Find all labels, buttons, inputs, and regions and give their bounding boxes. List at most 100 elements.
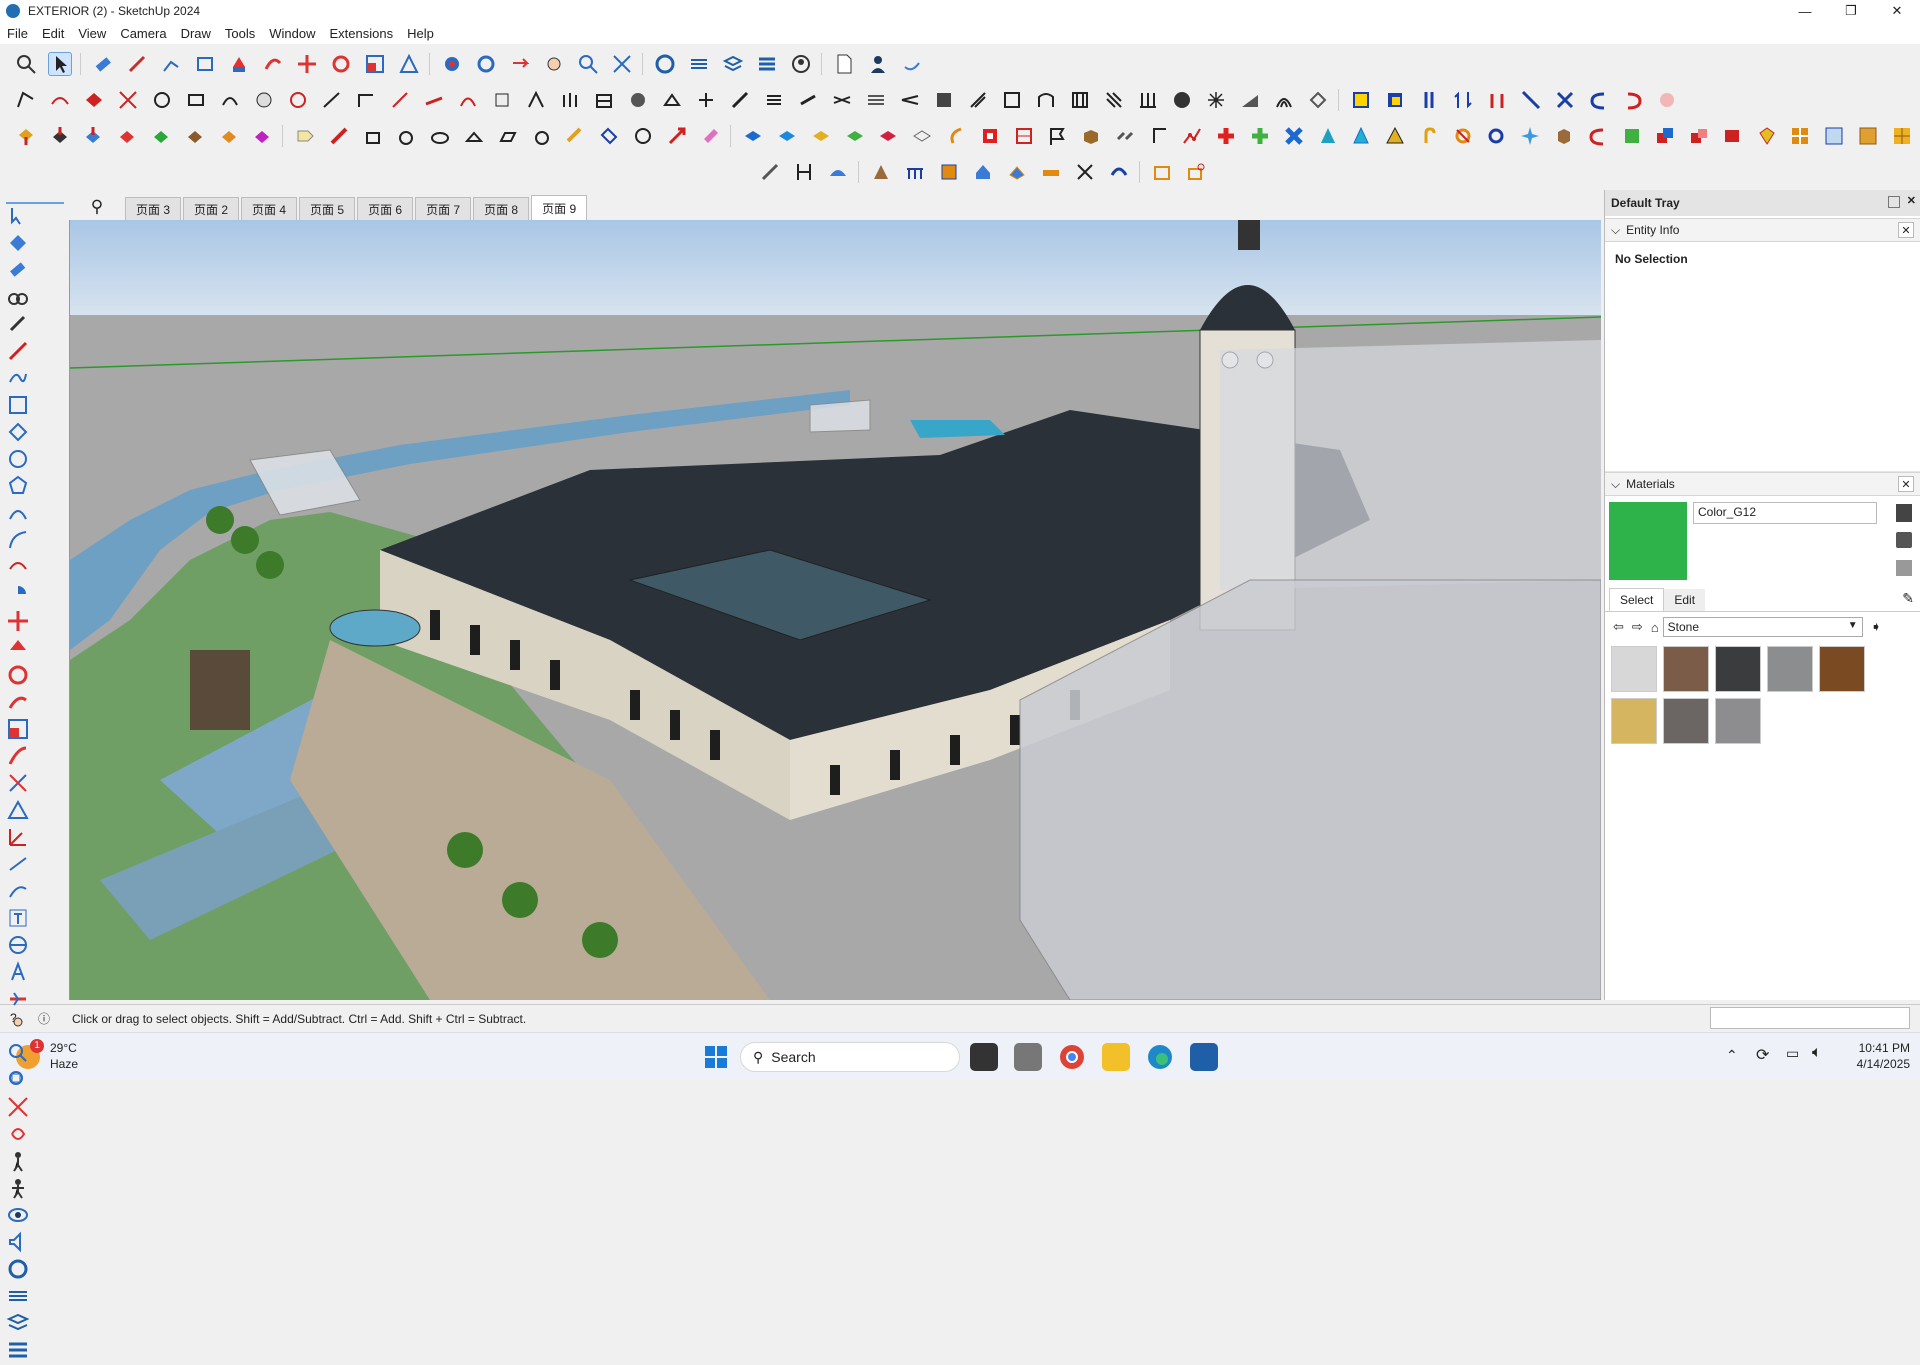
- sandbox-11-icon[interactable]: [1107, 160, 1131, 184]
- curve-icon[interactable]: [944, 124, 968, 148]
- extension-tool-39-icon[interactable]: [1306, 88, 1330, 112]
- two-point-arc-icon[interactable]: [6, 528, 64, 555]
- grid-icon[interactable]: [1822, 124, 1846, 148]
- follow-me-icon[interactable]: [6, 690, 64, 717]
- menu-edit[interactable]: Edit: [35, 26, 71, 41]
- zoom-extents-icon[interactable]: [610, 52, 634, 76]
- shape-2-icon[interactable]: [395, 124, 419, 148]
- push-blue-icon[interactable]: [82, 124, 106, 148]
- extension-tool-13-icon[interactable]: [422, 88, 446, 112]
- shape-11-icon[interactable]: [699, 124, 723, 148]
- protractor-icon[interactable]: [6, 798, 64, 825]
- menu-file[interactable]: File: [0, 26, 35, 41]
- cross-blue-icon[interactable]: [1282, 124, 1306, 148]
- hook-icon[interactable]: [1417, 124, 1441, 148]
- extension-tool-33-icon[interactable]: [1102, 88, 1126, 112]
- entity-info-close-icon[interactable]: ✕: [1898, 222, 1914, 238]
- user-icon[interactable]: [866, 52, 890, 76]
- library-select[interactable]: Stone ▼: [1662, 617, 1863, 637]
- move-tool-icon[interactable]: [295, 52, 319, 76]
- shape-8-icon[interactable]: [597, 124, 621, 148]
- rotate-tool-icon[interactable]: [329, 52, 353, 76]
- extension-tool-26-icon[interactable]: [864, 88, 888, 112]
- walk-icon[interactable]: [508, 52, 532, 76]
- tab-page-5[interactable]: 页面 5: [299, 197, 356, 220]
- select-tool-icon[interactable]: [48, 52, 72, 76]
- task-view-icon[interactable]: [970, 1043, 998, 1071]
- menu-tools[interactable]: Tools: [218, 26, 262, 41]
- extension-tool-22-icon[interactable]: [728, 88, 752, 112]
- scale-tool-icon[interactable]: [363, 52, 387, 76]
- tab-page-8[interactable]: 页面 8: [473, 197, 530, 220]
- shadows-icon[interactable]: [755, 52, 779, 76]
- dimension-icon[interactable]: [6, 852, 64, 879]
- section-display-icon[interactable]: [6, 1257, 64, 1284]
- extension-tool-23-icon[interactable]: [762, 88, 786, 112]
- create-material-icon[interactable]: [1896, 504, 1912, 522]
- taskbar-search[interactable]: ⚲ Search: [740, 1042, 960, 1072]
- extension-tool-35-icon[interactable]: [1170, 88, 1194, 112]
- star-icon[interactable]: [1518, 124, 1542, 148]
- extension-tool-20-icon[interactable]: [660, 88, 684, 112]
- position-camera-icon[interactable]: [6, 933, 64, 960]
- extension-tool-7-icon[interactable]: [218, 88, 242, 112]
- network-icon[interactable]: ▭: [1786, 1045, 1799, 1062]
- model-viewport[interactable]: [69, 220, 1602, 1001]
- swatch-stone-5[interactable]: [1819, 646, 1865, 692]
- surface-5-icon[interactable]: [877, 124, 901, 148]
- menu-window[interactable]: Window: [262, 26, 322, 41]
- component-icon[interactable]: [6, 285, 64, 312]
- surface-1-icon[interactable]: [741, 124, 765, 148]
- flag-icon[interactable]: [1045, 124, 1069, 148]
- extension-tool-3-icon[interactable]: [82, 88, 106, 112]
- box-red-icon[interactable]: [978, 124, 1002, 148]
- extension-tool-1-icon[interactable]: [14, 88, 38, 112]
- puzzle-mix-icon[interactable]: [1653, 124, 1677, 148]
- shape-7-icon[interactable]: [563, 124, 587, 148]
- sandbox-9-icon[interactable]: [1039, 160, 1063, 184]
- paint-icon[interactable]: [327, 124, 351, 148]
- eye-icon[interactable]: [6, 1203, 64, 1230]
- zoom-icon[interactable]: [6, 1041, 64, 1068]
- swatch-stone-8[interactable]: [1715, 698, 1761, 744]
- shape-6-icon[interactable]: [530, 124, 554, 148]
- sync-icon[interactable]: ⟳: [1756, 1045, 1769, 1065]
- extension-tool-11-icon[interactable]: [354, 88, 378, 112]
- tag-icon[interactable]: [293, 124, 317, 148]
- look-around-icon[interactable]: [542, 52, 566, 76]
- tab-page-2[interactable]: 页面 2: [183, 197, 240, 220]
- extension-tool-28-icon[interactable]: [932, 88, 956, 112]
- push-red-icon[interactable]: [115, 124, 139, 148]
- section-cut-icon[interactable]: [687, 52, 711, 76]
- puzzle-green-icon[interactable]: [1620, 124, 1644, 148]
- extension-tool-46-icon[interactable]: [1553, 88, 1577, 112]
- corner-icon[interactable]: [1147, 124, 1171, 148]
- pencil-icon[interactable]: [125, 52, 149, 76]
- menu-camera[interactable]: Camera: [113, 26, 173, 41]
- walk-icon[interactable]: [6, 1014, 64, 1041]
- sandbox-8-icon[interactable]: [1005, 160, 1029, 184]
- push-up-icon[interactable]: [48, 124, 72, 148]
- paint-bucket-icon[interactable]: [1896, 532, 1912, 548]
- shape-1-icon[interactable]: [361, 124, 385, 148]
- tab-page-9[interactable]: 页面 9: [531, 195, 588, 220]
- sketchup-taskbar-icon[interactable]: [1190, 1043, 1218, 1071]
- account-icon[interactable]: [789, 52, 813, 76]
- extension-tool-27-icon[interactable]: [898, 88, 922, 112]
- extension-tool-5-icon[interactable]: [150, 88, 174, 112]
- extension-tool-32-icon[interactable]: [1068, 88, 1092, 112]
- menu-draw[interactable]: Draw: [174, 26, 218, 41]
- 3d-text-icon[interactable]: [6, 906, 64, 933]
- zoom-extents-icon[interactable]: [6, 1095, 64, 1122]
- sandbox-10-icon[interactable]: [1073, 160, 1097, 184]
- surface-2-icon[interactable]: [775, 124, 799, 148]
- gem-icon[interactable]: [1755, 124, 1779, 148]
- axes-icon[interactable]: [6, 825, 64, 852]
- push-pull-icon[interactable]: [227, 52, 251, 76]
- extension-tool-37-icon[interactable]: [1238, 88, 1262, 112]
- walk-person-icon[interactable]: [6, 1149, 64, 1176]
- pyramid-icon[interactable]: [1383, 124, 1407, 148]
- sample-paint-icon[interactable]: [1896, 560, 1912, 576]
- push-pull-icon[interactable]: [6, 636, 64, 663]
- extension-tool-42-icon[interactable]: [1417, 88, 1441, 112]
